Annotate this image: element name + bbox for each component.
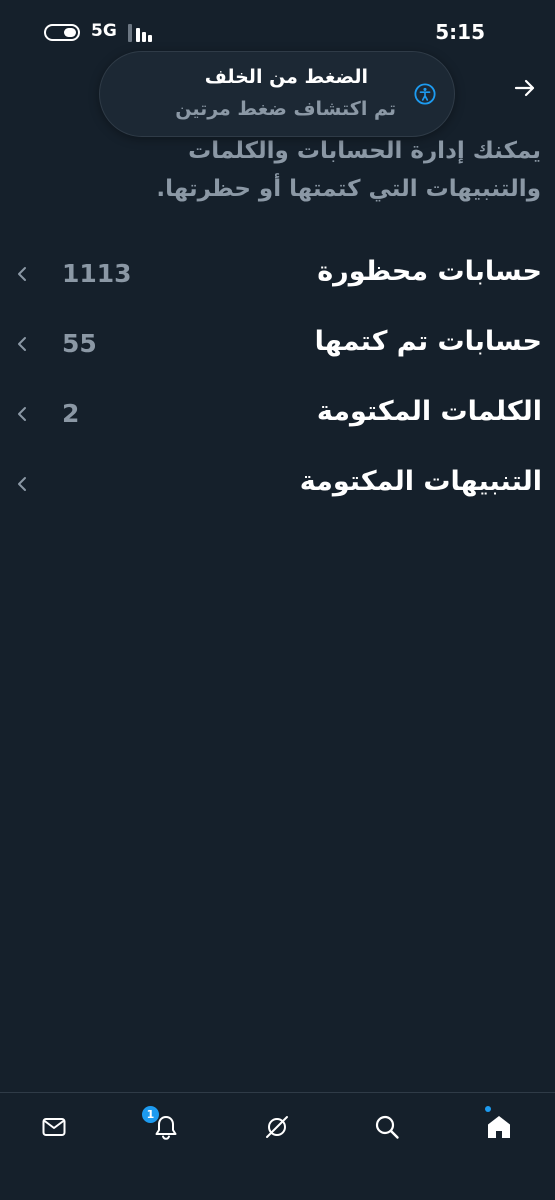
page-description: يمكنك إدارة الحسابات والكلمات والتنبيهات… — [156, 138, 541, 202]
list-item-count: 2 — [62, 399, 80, 428]
bottom-navigation: 1 — [0, 1092, 555, 1200]
list-item-muted-words[interactable]: الكلمات المكتومة 2 — [0, 380, 555, 450]
list-item-label: حسابات محظورة — [317, 256, 542, 287]
list-item-blocked-accounts[interactable]: حسابات محظورة 1113 — [0, 240, 555, 310]
notification-badge: 1 — [141, 1105, 160, 1124]
back-tap-toast: الضغط من الخلف تم اكتشاف ضغط مرتين — [99, 51, 455, 137]
accessibility-icon — [414, 83, 436, 105]
muted-blocked-list: حسابات محظورة 1113 حسابات تم كتمها 55 ال… — [0, 240, 555, 520]
status-time: 5:15 — [435, 20, 485, 44]
nav-home[interactable] — [481, 1109, 517, 1145]
list-item-label: التنبيهات المكتومة — [299, 466, 542, 497]
nav-messages[interactable] — [36, 1109, 72, 1145]
list-item-label: حسابات تم كتمها — [314, 326, 542, 357]
chevron-left-icon — [18, 477, 26, 491]
nav-search[interactable] — [369, 1109, 405, 1145]
spaces-icon — [266, 1116, 288, 1138]
search-icon — [375, 1115, 399, 1139]
back-button[interactable] — [509, 72, 541, 104]
nav-spaces[interactable] — [259, 1109, 295, 1145]
chevron-left-icon — [18, 267, 26, 281]
list-item-count: 1113 — [62, 259, 132, 288]
toast-title: الضغط من الخلف — [204, 66, 368, 88]
network-type: 5G — [91, 21, 117, 41]
toast-subtitle: تم اكتشاف ضغط مرتين — [175, 98, 396, 120]
home-icon — [488, 1116, 510, 1138]
list-item-muted-notifications[interactable]: التنبيهات المكتومة — [0, 450, 555, 520]
list-item-muted-accounts[interactable]: حسابات تم كتمها 55 — [0, 310, 555, 380]
list-item-label: الكلمات المكتومة — [316, 396, 542, 427]
list-item-count: 55 — [62, 329, 97, 358]
mail-icon — [42, 1118, 66, 1136]
battery-icon — [44, 24, 80, 41]
arrow-right-icon — [514, 79, 535, 97]
signal-icon — [128, 24, 158, 42]
chevron-left-icon — [18, 337, 26, 351]
chevron-left-icon — [18, 407, 26, 421]
home-unread-dot — [485, 1106, 491, 1112]
